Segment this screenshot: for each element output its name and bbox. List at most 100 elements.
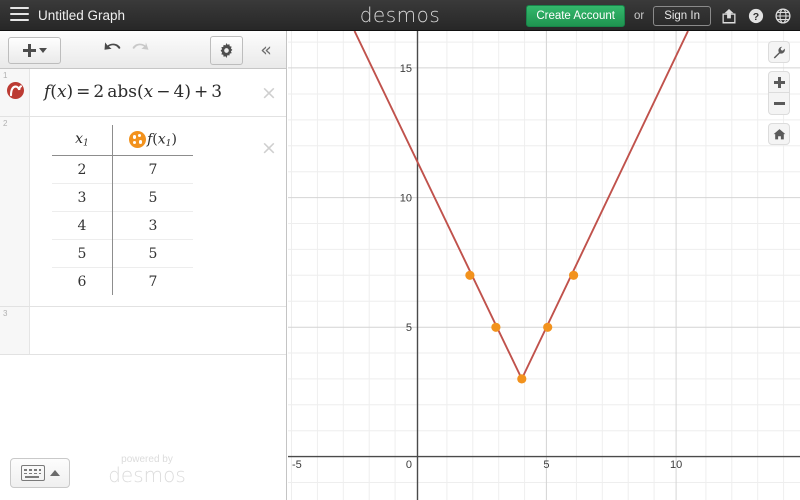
plus-icon — [23, 44, 36, 57]
undo-button[interactable] — [102, 40, 124, 65]
abs-variable: x — [144, 82, 154, 102]
hamburger-line — [10, 13, 29, 15]
row-gutter: 1 — [0, 69, 30, 116]
abs-paren-open: ( — [137, 82, 144, 102]
major-gridlines — [288, 31, 800, 500]
y-tick-label-5: 5 — [406, 322, 412, 334]
y-tick-label-15: 15 — [400, 63, 412, 75]
keyboard-toggle-button[interactable] — [10, 458, 70, 488]
minus-sign: − — [156, 82, 170, 102]
expression-row-1[interactable]: 1 f(x)=2abs(x−4)+3 × — [0, 69, 286, 117]
curve-style-icon[interactable] — [7, 82, 24, 99]
graph-title[interactable]: Untitled Graph — [38, 0, 125, 31]
coefficient: 2 — [93, 82, 104, 102]
share-icon[interactable] — [720, 7, 738, 25]
data-point — [517, 374, 526, 383]
x-header-sub: 1 — [83, 139, 89, 149]
cell-x[interactable]: 5 — [52, 240, 113, 268]
expression-content[interactable]: f(x)=2abs(x−4)+3 — [30, 69, 286, 116]
cell-y[interactable]: 5 — [113, 184, 194, 212]
abs-paren-close: ) — [184, 82, 191, 102]
column-header-fx1[interactable]: f(x1) — [113, 125, 194, 156]
create-account-button[interactable]: Create Account — [526, 5, 625, 27]
plus-icon — [774, 77, 785, 88]
table-content[interactable]: x1 f(x1) — [30, 117, 286, 303]
paren-close: ) — [67, 82, 74, 102]
table-body: 2 7 3 5 4 3 5 — [52, 156, 193, 296]
wrench-icon — [773, 46, 786, 59]
row-gutter: 2 — [0, 117, 30, 306]
row-number: 1 — [3, 71, 7, 80]
x-header-var: x — [75, 131, 83, 147]
dot — [133, 135, 137, 139]
header-actions: Create Account or Sign In ? — [526, 0, 792, 31]
dot — [133, 141, 136, 144]
zoom-out-button[interactable] — [768, 93, 790, 115]
row-number: 3 — [3, 309, 7, 318]
cell-y[interactable]: 7 — [113, 156, 194, 184]
table-row[interactable]: 3 5 — [52, 184, 193, 212]
expression-row-2[interactable]: 2 x1 — [0, 117, 286, 307]
home-reset-button[interactable] — [768, 123, 790, 145]
key — [29, 473, 32, 475]
plus-sign: + — [194, 82, 208, 102]
cell-x[interactable]: 6 — [52, 268, 113, 296]
key — [24, 473, 27, 475]
minus-icon — [774, 102, 785, 105]
globe-icon[interactable] — [774, 7, 792, 25]
desmos-calculator-app: Untitled Graph desmos Create Account or … — [0, 0, 800, 500]
or-label: or — [634, 10, 644, 22]
expression-panel: « 1 f(x)=2abs(x−4)+3 × — [0, 31, 287, 500]
graph-plot[interactable]: -5 0 5 10 5 10 15 — [288, 31, 800, 500]
key — [39, 469, 41, 471]
cell-x[interactable]: 3 — [52, 184, 113, 212]
graph-settings-button[interactable] — [210, 36, 243, 65]
dot — [139, 140, 143, 144]
expression-row-3[interactable]: 3 — [0, 307, 286, 355]
constant-term: 3 — [211, 82, 222, 102]
zoom-in-button[interactable] — [768, 71, 790, 93]
table-header-row: x1 f(x1) — [52, 125, 193, 156]
key — [39, 473, 41, 475]
abs-function: abs — [107, 82, 137, 102]
graph-canvas[interactable]: -5 0 5 10 5 10 15 — [288, 31, 800, 500]
cell-x[interactable]: 2 — [52, 156, 113, 184]
paren-open: ( — [50, 82, 57, 102]
table-row[interactable]: 5 5 — [52, 240, 193, 268]
sign-in-button[interactable]: Sign In — [653, 6, 711, 26]
points-style-icon[interactable] — [129, 131, 146, 148]
column-header-x1[interactable]: x1 — [52, 125, 113, 156]
cell-y[interactable]: 5 — [113, 240, 194, 268]
graph-controls — [768, 41, 790, 145]
keyboard-icon — [21, 465, 45, 481]
hamburger-line — [10, 7, 29, 9]
add-expression-button[interactable] — [8, 37, 61, 64]
expression-list: 1 f(x)=2abs(x−4)+3 × 2 — [0, 69, 286, 500]
cell-y[interactable]: 7 — [113, 268, 194, 296]
x-tick-label-10: 10 — [670, 459, 682, 471]
cell-x[interactable]: 4 — [52, 212, 113, 240]
table-row[interactable]: 6 7 — [52, 268, 193, 296]
table-row[interactable]: 2 7 — [52, 156, 193, 184]
hamburger-menu-icon[interactable] — [10, 7, 29, 23]
function-expression[interactable]: f(x)=2abs(x−4)+3 — [44, 69, 256, 116]
delete-expression-button[interactable]: × — [260, 84, 278, 102]
data-point — [491, 323, 500, 332]
top-header-bar: Untitled Graph desmos Create Account or … — [0, 0, 800, 31]
graph-settings-wrench-button[interactable] — [768, 41, 790, 63]
redo-button[interactable] — [129, 40, 151, 65]
equals-sign: = — [76, 82, 90, 102]
help-icon[interactable]: ? — [747, 7, 765, 25]
collapse-panel-button[interactable]: « — [254, 39, 278, 61]
axis-tick-labels: -5 0 5 10 5 10 15 — [292, 63, 682, 471]
delete-expression-button[interactable]: × — [260, 139, 278, 157]
dot — [138, 134, 141, 137]
row-number: 2 — [3, 119, 7, 128]
data-table[interactable]: x1 f(x1) — [52, 125, 193, 295]
key — [24, 469, 27, 471]
x-tick-label-0: 0 — [406, 459, 412, 471]
data-point — [465, 271, 474, 280]
x-tick-label--5: -5 — [292, 459, 302, 471]
table-row[interactable]: 4 3 — [52, 212, 193, 240]
cell-y[interactable]: 3 — [113, 212, 194, 240]
